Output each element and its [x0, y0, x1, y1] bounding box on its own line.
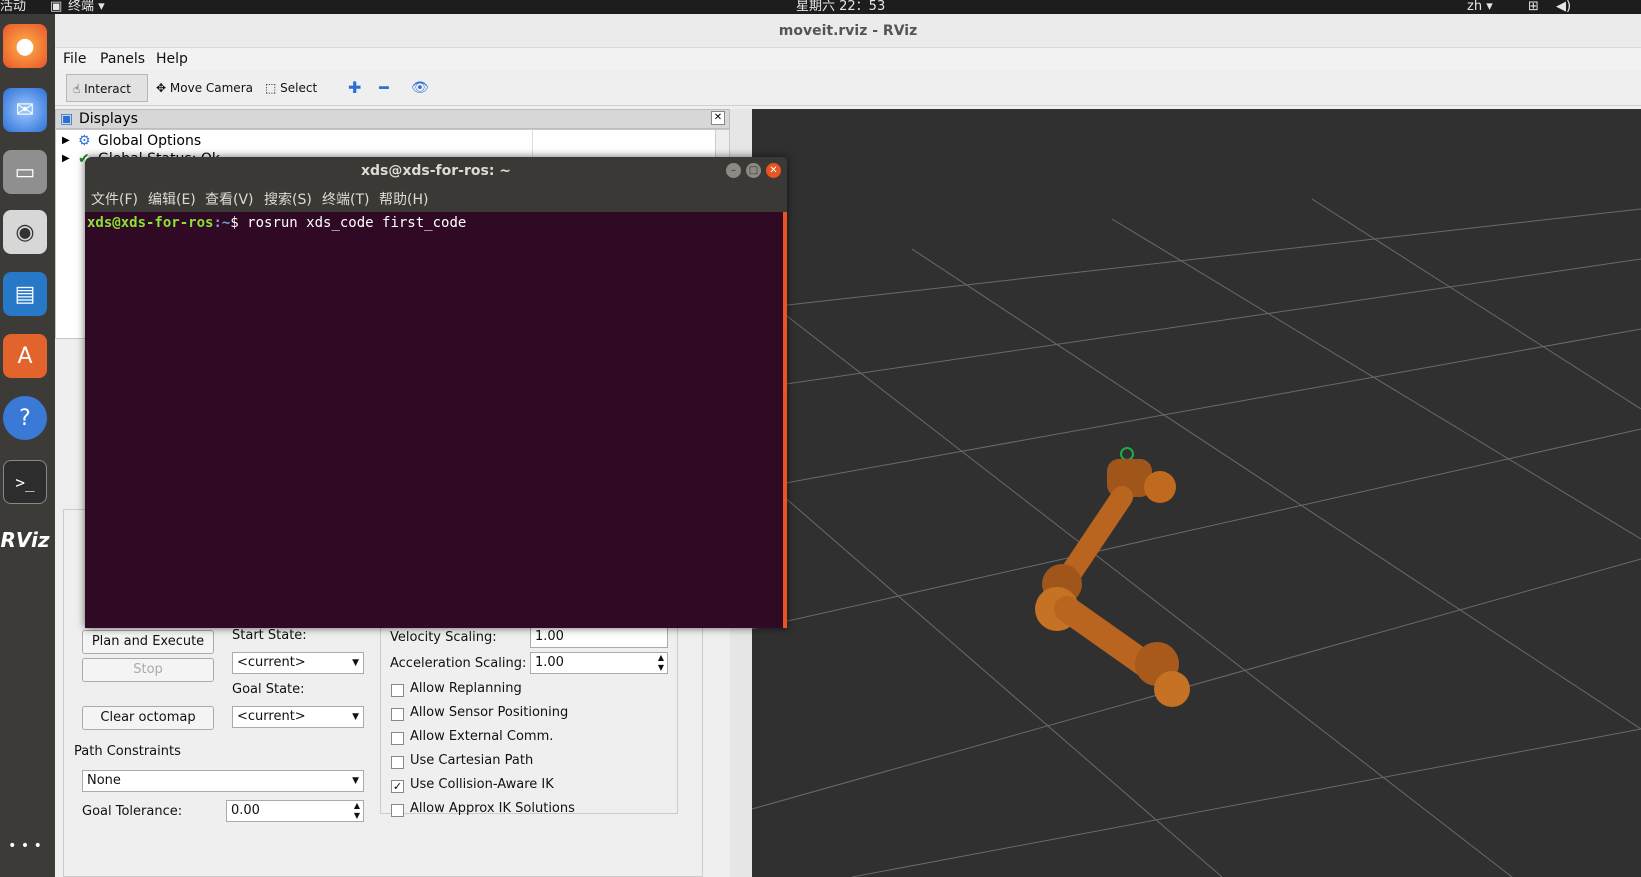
gear-icon: ⚙	[78, 133, 91, 149]
move-camera-icon: ✥	[156, 81, 167, 95]
allow-approx-ik-label: Allow Approx IK Solutions	[410, 801, 575, 816]
velocity-spinbox[interactable]: 1.00	[530, 626, 668, 648]
clock[interactable]: 星期六 22：53	[796, 0, 885, 14]
language-indicator[interactable]: zh ▾	[1467, 0, 1493, 14]
allow-external-comm-checkbox[interactable]	[391, 732, 404, 745]
select-button[interactable]: ⬚ Select	[259, 74, 323, 102]
plan-execute-button[interactable]: Plan and Execute	[82, 630, 214, 654]
robot-arm[interactable]	[1035, 447, 1190, 707]
menu-help[interactable]: Help	[156, 51, 188, 67]
terminal-menu-terminal[interactable]: 终端(T)	[322, 189, 369, 209]
hand-icon: ☝	[73, 82, 81, 96]
rviz-icon[interactable]: RViz	[0, 518, 49, 562]
window-title: moveit.rviz - RViz	[55, 14, 1641, 48]
maximize-icon[interactable]: □	[746, 163, 761, 178]
interact-button[interactable]: ☝ Interact	[66, 74, 148, 102]
stop-button[interactable]: Stop	[82, 658, 214, 682]
writer-icon[interactable]: ▤	[3, 272, 47, 316]
terminal-output[interactable]: xds@xds-for-ros:~$ rosrun xds_code first…	[85, 212, 787, 628]
chevron-down-icon: ▼	[352, 776, 359, 786]
start-state-select[interactable]: <current> ▼	[232, 652, 364, 674]
use-collision-aware-ik-checkbox[interactable]: ✓	[391, 780, 404, 793]
spin-arrows-icon[interactable]: ▲ ▼	[658, 653, 664, 673]
software-center-icon[interactable]: A	[3, 334, 47, 378]
rhythmbox-icon[interactable]: ◉	[3, 210, 47, 254]
goal-state-label: Goal State:	[232, 682, 305, 697]
menu-panels[interactable]: Panels	[100, 51, 145, 67]
app-menu[interactable]: 终端 ▾	[68, 0, 105, 14]
terminal-menu-help[interactable]: 帮助(H)	[379, 189, 428, 209]
firefox-icon[interactable]: ●	[3, 24, 47, 68]
expand-arrow-icon[interactable]: ▶	[62, 150, 70, 168]
goal-tolerance-spinbox[interactable]: 0.00 ▲ ▼	[226, 800, 364, 822]
allow-external-comm-label: Allow External Comm.	[410, 729, 554, 744]
help-icon[interactable]: ?	[3, 396, 47, 440]
grid-and-robot	[752, 198, 1641, 877]
activities-button[interactable]: 活动	[0, 0, 26, 14]
prompt-path: :~	[213, 215, 231, 231]
terminal-icon: ▣	[50, 0, 63, 14]
tree-item-global-options[interactable]: ▶ ⚙ Global Options	[56, 132, 729, 150]
terminal-menu-edit[interactable]: 编辑(E)	[148, 189, 196, 209]
terminal-title: xds@xds-for-ros: ~	[85, 157, 787, 185]
minimize-icon[interactable]: –	[726, 163, 741, 178]
remove-tool-icon[interactable]: ━	[373, 74, 395, 102]
allow-approx-ik-checkbox[interactable]	[391, 804, 404, 817]
velocity-label: Velocity Scaling:	[390, 630, 497, 645]
top-bar: 活动 ▣ 终端 ▾ 星期六 22：53 zh ▾ ⊞ ◀)	[0, 0, 1641, 14]
spin-arrows-icon[interactable]: ▲ ▼	[354, 801, 360, 821]
displays-title-bar: ▣ Displays ✕	[55, 109, 730, 129]
terminal-menu-view[interactable]: 查看(V)	[205, 189, 254, 209]
path-constraints-label: Path Constraints	[74, 744, 181, 759]
acceleration-spinbox[interactable]: 1.00 ▲ ▼	[530, 652, 668, 674]
show-apps-icon[interactable]: • • •	[3, 824, 47, 868]
select-icon: ⬚	[265, 81, 277, 95]
terminal-menu-file[interactable]: 文件(F)	[91, 189, 138, 209]
network-icon[interactable]: ⊞	[1528, 0, 1539, 14]
chevron-down-icon: ▼	[352, 658, 359, 668]
close-icon[interactable]: ✕	[766, 163, 781, 178]
add-tool-icon[interactable]: ✚	[342, 74, 367, 102]
use-collision-aware-ik-label: Use Collision-Aware IK	[410, 777, 554, 792]
expand-arrow-icon[interactable]: ▶	[62, 132, 70, 150]
ground-grid	[752, 198, 1641, 877]
displays-title: Displays	[79, 111, 138, 127]
allow-replanning-label: Allow Replanning	[410, 681, 522, 696]
goal-tolerance-label: Goal Tolerance:	[82, 804, 183, 819]
allow-replanning-checkbox[interactable]	[391, 684, 404, 697]
terminal-menu-bar: 文件(F) 编辑(E) 查看(V) 搜索(S) 终端(T) 帮助(H)	[85, 185, 787, 212]
volume-icon[interactable]: ◀)	[1556, 0, 1571, 14]
use-cartesian-path-checkbox[interactable]	[391, 756, 404, 769]
eye-icon[interactable]: 👁	[405, 74, 435, 102]
move-camera-button[interactable]: ✥ Move Camera	[150, 74, 259, 102]
goal-state-select[interactable]: <current> ▼	[232, 706, 364, 728]
menu-file[interactable]: File	[63, 51, 86, 67]
chevron-down-icon: ▼	[352, 712, 359, 722]
start-state-label: Start State:	[232, 628, 307, 643]
allow-sensor-positioning-label: Allow Sensor Positioning	[410, 705, 569, 720]
dock: ● ✉ ▭ ◉ ▤ A ? >_ RViz • • •	[0, 14, 55, 877]
monitor-icon: ▣	[60, 111, 74, 127]
clear-octomap-button[interactable]: Clear octomap	[82, 706, 214, 730]
prompt-user: xds@xds-for-ros	[87, 215, 214, 231]
path-constraints-select[interactable]: None ▼	[82, 770, 364, 792]
close-panel-icon[interactable]: ✕	[711, 111, 725, 125]
prompt-symbol: $	[230, 215, 248, 231]
thunderbird-icon[interactable]: ✉	[3, 88, 47, 132]
toolbar: ☝ Interact ✥ Move Camera ⬚ Select ✚ ━ 👁	[55, 70, 1641, 106]
allow-sensor-positioning-checkbox[interactable]	[391, 708, 404, 721]
terminal-menu-search[interactable]: 搜索(S)	[264, 189, 312, 209]
menu-bar: File Panels Help	[55, 48, 1641, 70]
terminal-command: rosrun xds_code first_code	[247, 215, 467, 231]
use-cartesian-path-label: Use Cartesian Path	[410, 753, 534, 768]
files-icon[interactable]: ▭	[3, 150, 47, 194]
terminal-window[interactable]: xds@xds-for-ros: ~ – □ ✕ 文件(F) 编辑(E) 查看(…	[85, 157, 787, 628]
terminal-dock-icon[interactable]: >_	[3, 460, 47, 504]
acceleration-label: Acceleration Scaling:	[390, 656, 527, 671]
3d-viewport[interactable]	[752, 109, 1641, 877]
